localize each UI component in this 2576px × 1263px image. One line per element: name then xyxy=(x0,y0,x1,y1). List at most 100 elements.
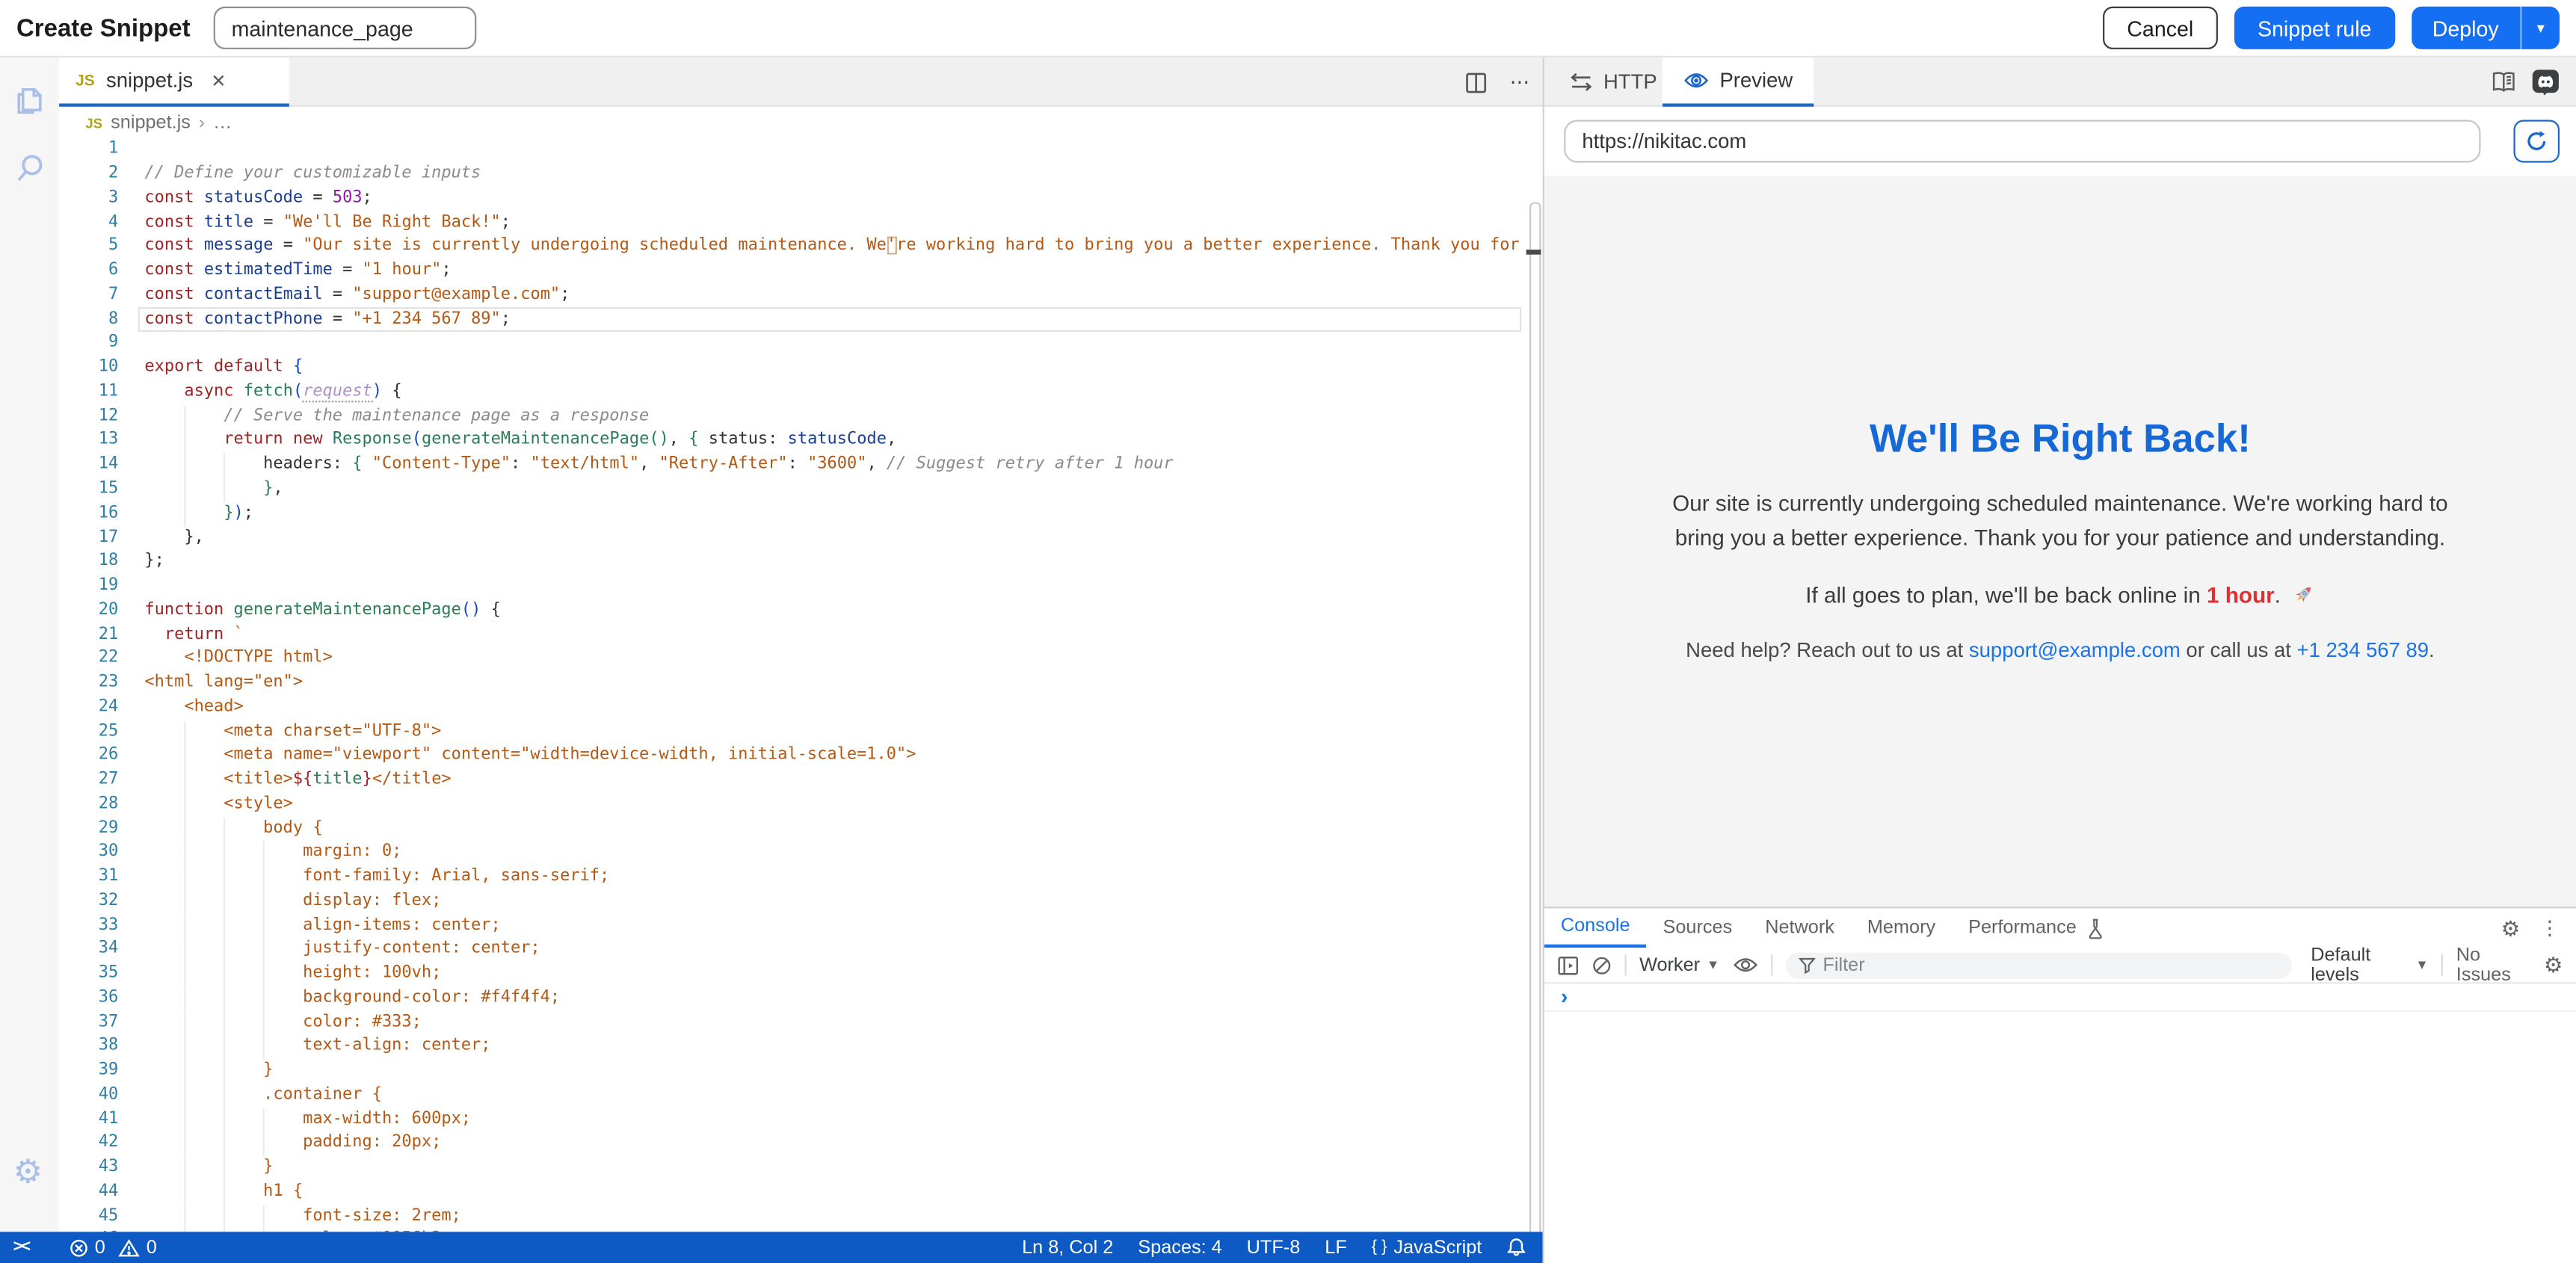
tab-preview[interactable]: Preview xyxy=(1663,58,1814,107)
code-line[interactable]: 28 <style> xyxy=(59,793,1543,817)
execution-context-selector[interactable]: Worker▼ xyxy=(1639,955,1719,975)
discord-icon[interactable] xyxy=(2532,69,2560,95)
support-email-link[interactable]: support@example.com xyxy=(1969,639,2181,662)
console-filter-input[interactable]: Filter xyxy=(1785,952,2291,978)
tab-snippet-js[interactable]: JS snippet.js ✕ xyxy=(59,58,289,107)
code-line[interactable]: 40 .container { xyxy=(59,1084,1543,1108)
editor-scrollbar[interactable] xyxy=(1528,138,1543,1232)
code-line[interactable]: 11 async fetch(request) { xyxy=(59,381,1543,405)
code-line[interactable]: 26 <meta name="viewport" content="width=… xyxy=(59,744,1543,768)
code-line[interactable]: 29 body { xyxy=(59,818,1543,842)
refresh-button[interactable] xyxy=(2513,120,2560,162)
code-line[interactable]: 25 <meta charset="UTF-8"> xyxy=(59,720,1543,744)
log-levels-dropdown[interactable]: Default levels▼ xyxy=(2311,945,2428,985)
code-line[interactable]: 27 <title>${title}</title> xyxy=(59,769,1543,793)
problems-indicator[interactable]: 0 0 xyxy=(69,1238,157,1257)
code-line[interactable]: 45 font-size: 2rem; xyxy=(59,1205,1543,1229)
settings-gear-icon[interactable]: ⚙ xyxy=(13,1152,43,1193)
code-line[interactable]: 41 max-width: 600px; xyxy=(59,1108,1543,1132)
code-line[interactable]: 24 <head> xyxy=(59,696,1543,720)
code-line[interactable]: 8const contactPhone = "+1 234 567 89"; xyxy=(59,308,1543,332)
tab-performance[interactable]: Performance xyxy=(1952,908,2093,948)
cursor-position[interactable]: Ln 8, Col 2 xyxy=(1022,1238,1113,1257)
code-line[interactable]: 44 h1 { xyxy=(59,1181,1543,1205)
snippet-rule-button[interactable]: Snippet rule xyxy=(2234,7,2394,49)
deploy-dropdown-caret[interactable]: ▾ xyxy=(2520,7,2560,49)
code-line[interactable]: 3const statusCode = 503; xyxy=(59,187,1543,211)
code-line[interactable]: 1 xyxy=(59,138,1543,162)
remote-indicator-icon[interactable]: >< xyxy=(13,1238,29,1256)
console-messages-area[interactable]: › xyxy=(1544,983,2576,1263)
indentation-setting[interactable]: Spaces: 4 xyxy=(1138,1238,1221,1257)
console-settings-gear-icon[interactable]: ⚙ xyxy=(2544,954,2563,976)
code-line[interactable]: 34 justify-content: center; xyxy=(59,939,1543,963)
code-line[interactable]: 43 } xyxy=(59,1157,1543,1181)
split-editor-icon[interactable] xyxy=(1465,72,1487,93)
breadcrumb-file[interactable]: snippet.js xyxy=(111,113,191,132)
code-line[interactable]: 13 return new Response(generateMaintenan… xyxy=(59,430,1543,454)
docs-book-icon[interactable] xyxy=(2491,71,2517,94)
scrollbar-track[interactable] xyxy=(1529,202,1540,1263)
code-line[interactable]: 37 color: #333; xyxy=(59,1011,1543,1035)
issues-counter[interactable]: No Issues xyxy=(2456,945,2530,985)
console-prompt-row[interactable]: › xyxy=(1544,983,2576,1011)
tab-close-icon[interactable]: ✕ xyxy=(211,70,226,91)
snippet-name-input[interactable] xyxy=(213,7,476,49)
code-line[interactable]: 15 }, xyxy=(59,478,1543,501)
code-line[interactable]: 16 }); xyxy=(59,502,1543,526)
code-editor[interactable]: 12// Define your customizable inputs3con… xyxy=(59,138,1543,1232)
code-line[interactable]: 9 xyxy=(59,333,1543,356)
tab-network[interactable]: Network xyxy=(1748,908,1851,948)
code-line[interactable]: 21 return ` xyxy=(59,623,1543,647)
eol-setting[interactable]: LF xyxy=(1325,1238,1346,1257)
code-line[interactable]: 30 margin: 0; xyxy=(59,842,1543,865)
devtools-settings-gear-icon[interactable]: ⚙ xyxy=(2501,917,2521,939)
deploy-split-button: Deploy ▾ xyxy=(2411,7,2560,49)
code-line[interactable]: 23<html lang="en"> xyxy=(59,672,1543,696)
code-line[interactable]: 31 font-family: Arial, sans-serif; xyxy=(59,865,1543,889)
line-number: 17 xyxy=(59,526,118,550)
deploy-button[interactable]: Deploy xyxy=(2411,7,2520,49)
line-number: 21 xyxy=(59,623,118,647)
code-line[interactable]: 10export default { xyxy=(59,356,1543,380)
code-line[interactable]: 5const message = "Our site is currently … xyxy=(59,235,1543,259)
code-line[interactable]: 2// Define your customizable inputs xyxy=(59,163,1543,187)
more-actions-icon[interactable]: ⋯ xyxy=(1510,71,1529,94)
code-line[interactable]: 6const estimatedTime = "1 hour"; xyxy=(59,260,1543,284)
language-mode[interactable]: { } JavaScript xyxy=(1372,1238,1482,1257)
code-line[interactable]: 7const contactEmail = "support@example.c… xyxy=(59,284,1543,308)
code-line[interactable]: 32 display: flex; xyxy=(59,890,1543,914)
code-line[interactable]: 20function generateMaintenancePage() { xyxy=(59,599,1543,623)
phone-link[interactable]: +1 234 567 89 xyxy=(2297,639,2429,662)
encoding-setting[interactable]: UTF-8 xyxy=(1247,1238,1301,1257)
code-line[interactable]: 36 background-color: #f4f4f4; xyxy=(59,987,1543,1011)
code-line[interactable]: 38 text-align: center; xyxy=(59,1035,1543,1059)
panel-sidebar-icon[interactable] xyxy=(1557,955,1579,975)
code-line[interactable]: 18}; xyxy=(59,551,1543,575)
search-icon[interactable] xyxy=(11,149,47,189)
devtools-kebab-menu-icon[interactable]: ⋮ xyxy=(2540,916,2560,939)
code-line[interactable]: 22 <!DOCTYPE html> xyxy=(59,648,1543,672)
tab-memory[interactable]: Memory xyxy=(1851,908,1952,948)
tab-sources[interactable]: Sources xyxy=(1647,908,1749,948)
breadcrumb[interactable]: JS snippet.js › … xyxy=(59,107,1543,138)
bell-icon[interactable] xyxy=(1506,1237,1526,1259)
breadcrumb-more[interactable]: … xyxy=(213,113,232,132)
eye-icon[interactable] xyxy=(1733,956,1757,974)
code-line[interactable]: 17 }, xyxy=(59,526,1543,550)
preview-url-input[interactable] xyxy=(1564,120,2480,162)
code-line[interactable]: 12 // Serve the maintenance page as a re… xyxy=(59,405,1543,429)
tab-http[interactable]: HTTP xyxy=(1571,58,1657,107)
tab-console[interactable]: Console xyxy=(1544,908,1647,948)
files-icon[interactable] xyxy=(11,81,47,120)
clear-console-icon[interactable] xyxy=(1592,955,1612,975)
code-line[interactable]: 4const title = "We'll Be Right Back!"; xyxy=(59,211,1543,235)
code-line[interactable]: 19 xyxy=(59,575,1543,599)
cancel-button[interactable]: Cancel xyxy=(2102,7,2218,49)
code-line[interactable]: 39 } xyxy=(59,1060,1543,1084)
code-line[interactable]: 42 padding: 20px; xyxy=(59,1132,1543,1156)
code-line[interactable]: 14 headers: { "Content-Type": "text/html… xyxy=(59,454,1543,478)
code-line[interactable]: 33 align-items: center; xyxy=(59,914,1543,938)
page-title: Create Snippet xyxy=(16,14,191,42)
code-line[interactable]: 35 height: 100vh; xyxy=(59,963,1543,986)
